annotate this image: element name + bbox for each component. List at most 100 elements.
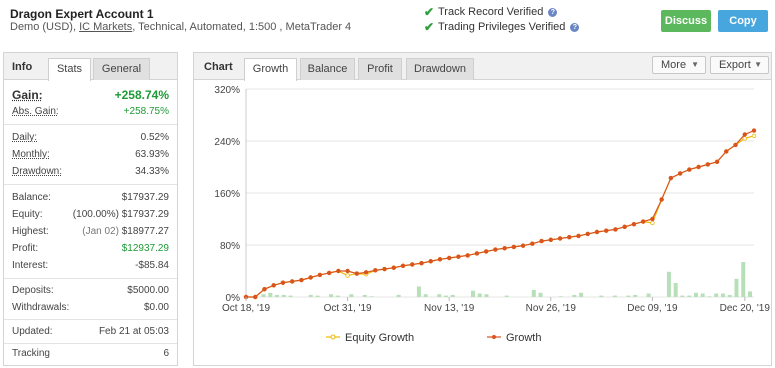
stat-value: $0.00 (143, 302, 169, 313)
stat-value: $12937.29 (121, 243, 169, 254)
stat-equity: Equity: (100.00%) $17937.29 (12, 207, 169, 223)
activity-bar (329, 294, 334, 297)
chart-legend: Equity Growth Growth (326, 332, 541, 344)
activity-bar (268, 292, 273, 297)
copy-button[interactable]: Copy (718, 10, 768, 32)
stat-note: (Jan 02) (82, 226, 119, 237)
growth-point (622, 224, 627, 229)
y-axis-ticks: 0%80%160%240%320% (214, 85, 240, 304)
chart-grid (245, 88, 754, 298)
trading-privileges-verified: ✔ Trading Privileges Verified ? (424, 20, 580, 34)
growth-point (428, 259, 433, 264)
growth-point (742, 132, 747, 137)
growth-point (493, 247, 498, 252)
stat-key: Gain: (12, 88, 43, 102)
y-tick-label: 160% (214, 189, 240, 200)
check-icon: ✔ (424, 20, 435, 34)
stat-drawdown: Drawdown: 34.33% (12, 164, 169, 180)
activity-bar (261, 294, 266, 297)
activity-bar (579, 292, 584, 297)
activity-bar (288, 295, 293, 297)
activity-bar (531, 290, 536, 297)
chevron-down-icon: ▼ (754, 60, 762, 69)
stat-value: $17937.29 (121, 192, 169, 203)
growth-point (668, 175, 674, 181)
broker-link[interactable]: IC Markets (79, 21, 132, 33)
tab-drawdown[interactable]: Drawdown (406, 58, 474, 80)
activity-bar (693, 292, 698, 297)
x-tick-label: Dec 20, '19 (720, 303, 771, 314)
legend-label-growth[interactable]: Growth (506, 332, 541, 344)
tab-profit[interactable]: Profit (358, 58, 402, 80)
growth-point (326, 270, 332, 276)
legend-label-equity[interactable]: Equity Growth (345, 332, 414, 344)
activity-bar (349, 294, 354, 297)
equity-growth-point (345, 273, 350, 278)
activity-bar (707, 296, 712, 297)
growth-point (687, 167, 692, 172)
growth-point (640, 219, 646, 224)
growth-point (446, 255, 452, 261)
activity-bar (748, 291, 752, 297)
stat-value: +258.74% (114, 88, 169, 102)
x-tick-label: Oct 31, '19 (324, 303, 372, 314)
subtitle-pre: Demo (USD), (10, 21, 80, 33)
activity-bar (626, 295, 631, 297)
help-icon[interactable]: ? (548, 7, 558, 17)
growth-point (520, 243, 526, 248)
stat-value: +258.75% (123, 106, 169, 117)
growth-point (456, 254, 461, 259)
growth-point (317, 272, 323, 278)
growth-point (650, 216, 655, 222)
account-subtitle: Demo (USD), IC Markets, Technical, Autom… (10, 21, 351, 33)
chart-lines (243, 128, 757, 300)
growth-point (410, 262, 415, 267)
tab-stats[interactable]: Stats (48, 58, 91, 81)
growth-point (419, 260, 424, 266)
more-dropdown[interactable]: More ▼ (652, 56, 706, 74)
x-tick-label: Dec 09, '19 (627, 303, 678, 314)
info-tabbar: Info Stats General (4, 53, 177, 81)
trading-privileges-label: Trading Privileges Verified (438, 21, 566, 33)
activity-bar (362, 294, 367, 297)
y-tick-label: 240% (214, 137, 240, 148)
activity-bar (727, 294, 732, 297)
stat-key: Equity: (12, 209, 43, 220)
chart-bars (261, 262, 752, 297)
export-label: Export (719, 59, 751, 71)
activity-bar (423, 294, 428, 297)
activity-bar (335, 295, 340, 297)
growth-point (705, 162, 711, 167)
divider (4, 278, 177, 279)
growth-point (530, 241, 535, 246)
growth-point (354, 271, 360, 276)
growth-point (289, 279, 295, 284)
divider (4, 319, 177, 320)
stat-key: Tracking (12, 348, 50, 359)
help-icon[interactable]: ? (570, 22, 580, 32)
activity-bar (470, 290, 475, 297)
growth-point (336, 268, 341, 274)
divider (4, 343, 177, 344)
tab-general[interactable]: General (93, 58, 150, 80)
growth-point (483, 249, 489, 254)
stat-value-wrap: (Jan 02) $18977.27 (82, 224, 169, 240)
x-tick-label: Oct 18, '19 (222, 303, 270, 314)
activity-bar (538, 292, 543, 297)
growth-point (714, 159, 720, 164)
stat-value: 0.52% (140, 132, 169, 143)
stat-abs-gain: Abs. Gain: +258.75% (12, 104, 169, 120)
growth-point (474, 251, 480, 256)
activity-bar (673, 283, 678, 297)
subtitle-post: , Technical, Automated, 1:500 , MetaTrad… (132, 21, 352, 33)
stat-value: $18977.27 (121, 226, 169, 237)
stat-withdrawals: Withdrawals: $0.00 (12, 300, 169, 316)
growth-point (373, 268, 378, 273)
export-dropdown[interactable]: Export ▼ (710, 56, 769, 74)
tab-balance[interactable]: Balance (300, 58, 355, 80)
stat-interest: Interest: -$85.84 (12, 258, 169, 274)
growth-point (733, 142, 738, 148)
stat-value: Feb 21 at 05:03 (98, 326, 169, 337)
tab-growth[interactable]: Growth (244, 58, 297, 81)
discuss-button[interactable]: Discuss (661, 10, 711, 32)
